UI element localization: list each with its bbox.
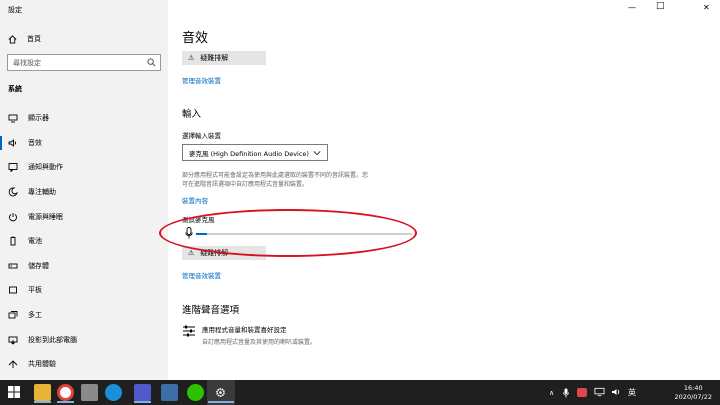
storage-icon bbox=[8, 261, 18, 271]
sidebar-item-label: 顯示器 bbox=[28, 114, 49, 123]
sidebar-item-label: 平板 bbox=[28, 286, 42, 295]
app-title: 設定 bbox=[8, 6, 22, 14]
running-indicator bbox=[208, 401, 234, 403]
sliders-icon bbox=[183, 325, 195, 337]
battery-icon bbox=[8, 236, 18, 246]
share-icon bbox=[8, 359, 18, 369]
home-icon bbox=[8, 34, 17, 44]
sidebar-item-label: 音效 bbox=[28, 138, 42, 147]
app-volume-desc: 自訂應用程式音量及其使用的喇叭或裝置。 bbox=[202, 339, 317, 346]
chevron-down-icon bbox=[313, 151, 321, 156]
moon-icon bbox=[8, 187, 18, 197]
manage-sound-devices-link-input[interactable]: 管理音效裝置 bbox=[182, 270, 221, 280]
sidebar-item-shared[interactable]: 共用體驗 bbox=[0, 352, 168, 377]
tray-chevron-icon[interactable]: ∧ bbox=[549, 380, 554, 405]
home-link[interactable]: 首頁 bbox=[8, 32, 41, 46]
sidebar-item-storage[interactable]: 儲存體 bbox=[0, 254, 168, 279]
volume-icon[interactable] bbox=[611, 387, 621, 397]
taskbar: ∧ 英 16:40 2020/07/22 bbox=[0, 380, 720, 405]
sidebar-item-label: 投影到此部電腦 bbox=[28, 335, 77, 344]
clock[interactable]: 16:40 2020/07/22 bbox=[675, 384, 712, 401]
sidebar-item-battery[interactable]: 電池 bbox=[0, 229, 168, 254]
app-volume-title: 應用程式音量和裝置喜好設定 bbox=[202, 326, 287, 334]
sidebar-item-power[interactable]: 電源與睡眠 bbox=[0, 204, 168, 229]
power-icon bbox=[8, 212, 18, 222]
notification-icon bbox=[8, 162, 18, 173]
warning-icon: ⚠ bbox=[188, 249, 195, 257]
running-indicator bbox=[34, 401, 51, 403]
manage-sound-devices-link[interactable]: 管理音效裝置 bbox=[182, 75, 221, 85]
monitor-icon bbox=[8, 113, 18, 123]
minimize-button[interactable]: — bbox=[628, 3, 636, 12]
select-input-label: 選擇輸入裝置 bbox=[182, 132, 221, 140]
warning-icon: ⚠ bbox=[188, 54, 195, 62]
selected-device: 麥克風 (High Definition Audio Device) bbox=[189, 149, 309, 158]
sidebar-item-focus[interactable]: 專注輔助 bbox=[0, 180, 168, 205]
input-device-select[interactable]: 麥克風 (High Definition Audio Device) bbox=[182, 144, 328, 161]
description-line-1: 部分應用程式可能會設定為使用與此處選取的裝置不同的音訊裝置。您 bbox=[182, 172, 369, 179]
description-line-2: 可在進階音訊選項中自訂應用程式音量和裝置。 bbox=[182, 181, 309, 188]
close-button[interactable]: ✕ bbox=[703, 3, 710, 12]
clock-date: 2020/07/22 bbox=[674, 392, 712, 401]
edge-icon[interactable] bbox=[105, 384, 122, 401]
app-volume-preferences[interactable]: 應用程式音量和裝置喜好設定 自訂應用程式音量及其使用的喇叭或裝置。 bbox=[182, 324, 316, 346]
sidebar-item-label: 多工 bbox=[28, 311, 42, 320]
search-input[interactable]: 尋找設定 bbox=[7, 54, 161, 71]
sidebar-item-multitasking[interactable]: 多工 bbox=[0, 303, 168, 328]
sidebar-item-sound[interactable]: 音效 bbox=[0, 131, 168, 156]
section-label: 系統 bbox=[8, 85, 22, 93]
running-indicator bbox=[57, 401, 74, 403]
page-title: 音效 bbox=[182, 31, 209, 46]
windows-start-icon[interactable] bbox=[8, 386, 20, 398]
settings-gear-icon bbox=[216, 388, 225, 397]
clock-time: 16:40 bbox=[683, 384, 703, 392]
sidebar-item-label: 專注輔助 bbox=[28, 188, 56, 197]
device-properties-link[interactable]: 裝置內容 bbox=[182, 195, 208, 205]
sidebar: 設定 首頁 尋找設定 系統 顯示器 音效 通知與動作 專注輔助 電源與睡眠 電池… bbox=[0, 0, 168, 380]
sidebar-item-tablet[interactable]: 平板 bbox=[0, 278, 168, 303]
input-heading: 輸入 bbox=[182, 109, 202, 120]
app-icon-gray[interactable] bbox=[81, 384, 98, 401]
sidebar-item-notifications[interactable]: 通知與動作 bbox=[0, 155, 168, 180]
tray-app-icon[interactable] bbox=[577, 388, 587, 397]
troubleshoot-button[interactable]: ⚠ 疑難排解 bbox=[182, 51, 266, 65]
sidebar-item-label: 共用體驗 bbox=[28, 360, 56, 369]
home-label: 首頁 bbox=[27, 35, 41, 43]
teams-icon[interactable] bbox=[134, 384, 151, 401]
search-placeholder: 尋找設定 bbox=[13, 58, 41, 67]
multitask-icon bbox=[8, 310, 18, 320]
ime-icon[interactable]: 英 bbox=[628, 380, 636, 405]
chrome-icon[interactable] bbox=[57, 384, 74, 401]
sidebar-item-label: 儲存體 bbox=[28, 261, 49, 270]
troubleshoot-label: 疑難排解 bbox=[200, 54, 229, 62]
speaker-icon bbox=[8, 138, 18, 148]
maximize-button[interactable]: □ bbox=[656, 1, 665, 11]
annotation-ellipse bbox=[159, 209, 417, 257]
sidebar-item-label: 通知與動作 bbox=[28, 163, 63, 172]
sidebar-item-label: 電池 bbox=[28, 237, 42, 246]
tray-microphone-icon[interactable] bbox=[563, 388, 569, 398]
calculator-icon[interactable] bbox=[161, 384, 178, 401]
input-description: 部分應用程式可能會設定為使用與此處選取的裝置不同的音訊裝置。您 可在進階音訊選項… bbox=[182, 171, 452, 189]
sidebar-item-display[interactable]: 顯示器 bbox=[0, 106, 168, 131]
advanced-heading: 進階聲音選項 bbox=[182, 305, 240, 316]
file-explorer-icon[interactable] bbox=[34, 384, 51, 401]
search-icon bbox=[147, 58, 156, 67]
sidebar-item-label: 電源與睡眠 bbox=[28, 212, 63, 221]
wechat-icon[interactable] bbox=[187, 384, 204, 401]
network-icon[interactable] bbox=[594, 387, 605, 397]
sidebar-nav: 顯示器 音效 通知與動作 專注輔助 電源與睡眠 電池 儲存體 平板 多工 投影到… bbox=[0, 106, 168, 377]
project-icon bbox=[8, 335, 18, 345]
running-indicator bbox=[134, 401, 151, 403]
sidebar-item-project[interactable]: 投影到此部電腦 bbox=[0, 327, 168, 352]
tablet-icon bbox=[8, 285, 18, 295]
